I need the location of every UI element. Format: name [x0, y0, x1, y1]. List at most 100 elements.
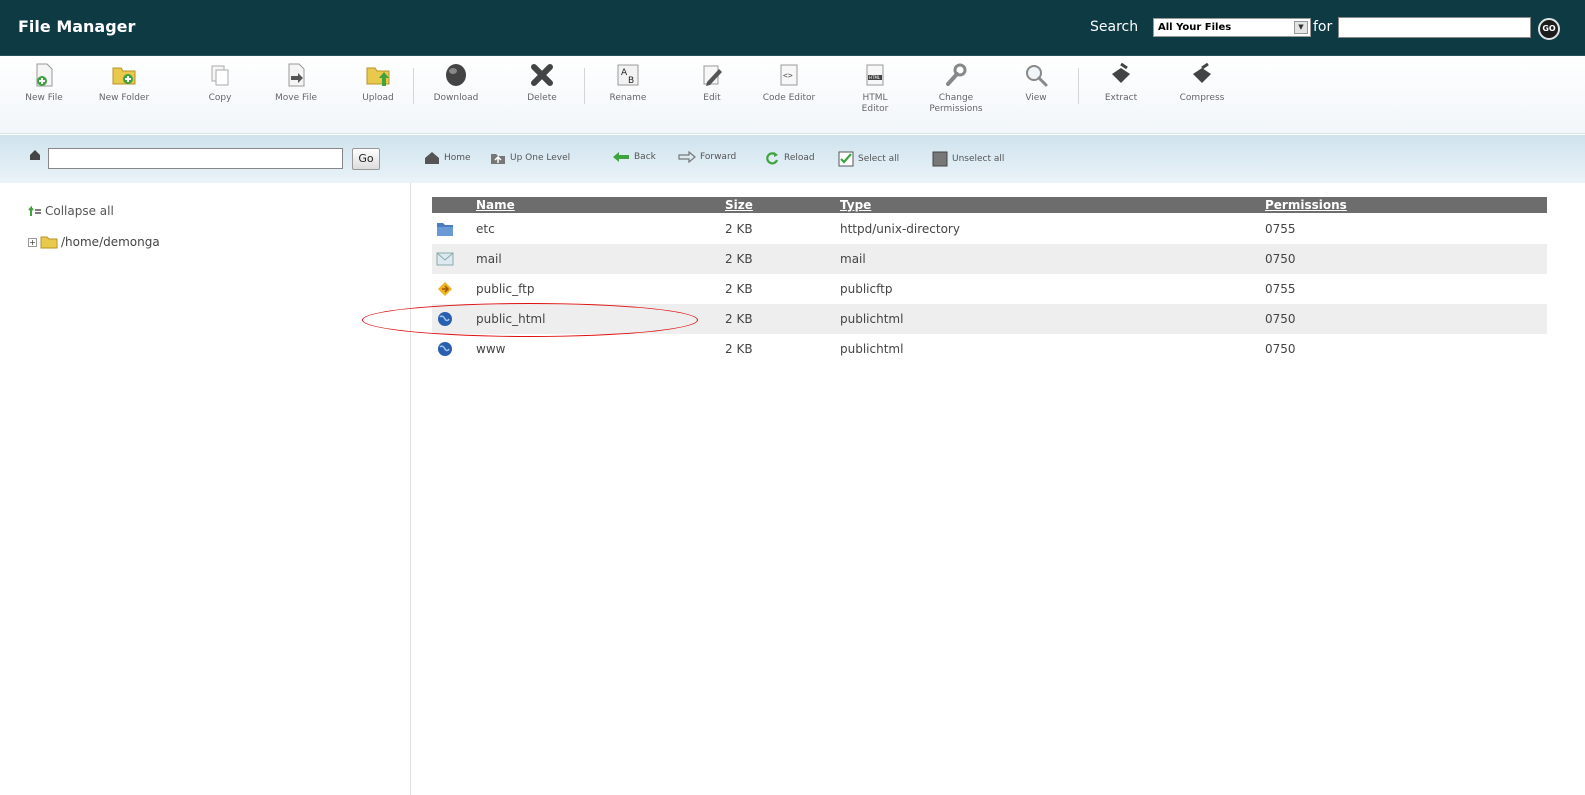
checkbox-unchecked-icon [932, 151, 948, 167]
file-row-public-html[interactable]: public_html 2 KB publichtml 0750 [432, 304, 1547, 334]
toolbar-separator [584, 68, 585, 104]
file-size: 2 KB [725, 342, 753, 356]
toolbar: New File New Folder Copy Move File Uploa… [0, 56, 1585, 134]
extract-label: Extract [1104, 93, 1138, 103]
nav-forward-label: Forward [700, 152, 737, 162]
edit-button[interactable]: Edit [692, 62, 732, 104]
download-button[interactable]: Download [428, 62, 484, 104]
code-editor-button[interactable]: <> Code Editor [756, 62, 822, 104]
file-type: mail [840, 252, 866, 266]
nav-unselect-all-label: Unselect all [952, 154, 1005, 164]
change-permissions-button[interactable]: Change Permissions [920, 62, 992, 115]
search-label: Search [1090, 19, 1139, 35]
code-editor-icon: <> [780, 64, 798, 86]
edit-label: Edit [703, 93, 721, 103]
nav-home[interactable]: Home [424, 151, 471, 165]
new-file-icon [36, 63, 53, 87]
rename-label: Rename [609, 93, 647, 103]
file-type: publichtml [840, 312, 904, 326]
nav-home-label: Home [444, 153, 471, 163]
folder-icon [40, 236, 58, 249]
file-name[interactable]: public_html [476, 312, 545, 326]
nav-back-label: Back [634, 152, 656, 162]
collapse-all-label: Collapse all [45, 204, 114, 218]
checkbox-checked-icon [838, 151, 854, 167]
nav-reload-label: Reload [784, 153, 815, 163]
html-editor-label: HTML Editor [861, 93, 889, 114]
up-folder-icon [491, 154, 505, 164]
svg-text:HTML: HTML [869, 75, 881, 80]
back-arrow-icon [613, 152, 629, 162]
nav-up-label: Up One Level [510, 153, 571, 163]
svg-text:B: B [628, 76, 634, 86]
code-editor-label: Code Editor [762, 93, 816, 103]
view-icon [1026, 65, 1048, 87]
search-scope-value: All Your Files [1158, 22, 1232, 33]
html-editor-button[interactable]: HTML HTML Editor [852, 62, 898, 115]
delete-button[interactable]: Delete [518, 62, 566, 104]
path-input[interactable] [48, 148, 343, 169]
new-folder-button[interactable]: New Folder [94, 62, 154, 104]
copy-label: Copy [208, 93, 232, 103]
file-row-www[interactable]: www 2 KB publichtml 0750 [432, 334, 1547, 364]
nav-forward[interactable]: Forward [678, 151, 736, 163]
home-tree-icon[interactable] [28, 148, 42, 162]
column-header-size[interactable]: Size [725, 198, 753, 212]
file-name[interactable]: mail [476, 252, 502, 266]
column-header-name[interactable]: Name [476, 198, 515, 212]
for-label: for [1313, 19, 1333, 35]
collapse-all-link[interactable]: Collapse all [28, 204, 114, 218]
file-row-etc[interactable]: etc 2 KB httpd/unix-directory 0755 [432, 214, 1547, 244]
toolbar-separator [1078, 68, 1079, 104]
file-permissions: 0750 [1265, 312, 1296, 326]
move-file-button[interactable]: Move File [270, 62, 322, 104]
expand-plus-icon[interactable]: + [28, 237, 37, 247]
tree-item-home[interactable]: + /home/demonga [28, 235, 160, 249]
top-bar: File Manager Search All Your Files ▼ for… [0, 0, 1585, 56]
copy-button[interactable]: Copy [200, 62, 240, 104]
change-permissions-label: Change Permissions [929, 93, 983, 114]
nav-reload[interactable]: Reload [764, 151, 815, 165]
move-file-label: Move File [274, 93, 318, 103]
compress-label: Compress [1179, 93, 1225, 103]
dropdown-arrow-icon[interactable]: ▼ [1294, 21, 1308, 34]
rename-icon: AB [617, 64, 639, 86]
column-header-permissions[interactable]: Permissions [1265, 198, 1347, 212]
new-file-button[interactable]: New File [22, 62, 66, 104]
file-permissions: 0755 [1265, 222, 1296, 236]
nav-up-one-level[interactable]: Up One Level [490, 151, 570, 165]
nav-back[interactable]: Back [612, 151, 656, 163]
download-icon [446, 64, 466, 86]
compress-button[interactable]: Compress [1172, 62, 1232, 104]
file-size: 2 KB [725, 282, 753, 296]
nav-select-all[interactable]: Select all [838, 151, 899, 167]
extract-button[interactable]: Extract [1098, 62, 1144, 104]
rename-button[interactable]: AB Rename [604, 62, 652, 104]
view-button[interactable]: View [1018, 62, 1054, 104]
path-go-button[interactable]: Go [352, 148, 380, 170]
html-editor-icon: HTML [866, 64, 884, 86]
file-name[interactable]: public_ftp [476, 282, 534, 296]
file-permissions: 0750 [1265, 252, 1296, 266]
reload-icon [766, 152, 779, 165]
upload-icon [366, 67, 390, 86]
new-file-label: New File [25, 93, 63, 103]
globe-icon [438, 342, 452, 356]
upload-button[interactable]: Upload [356, 62, 400, 104]
file-row-mail[interactable]: mail 2 KB mail 0750 [432, 244, 1547, 274]
home-icon [425, 152, 439, 164]
file-name[interactable]: www [476, 342, 505, 356]
delete-label: Delete [527, 93, 557, 103]
column-header-type[interactable]: Type [840, 198, 871, 212]
file-table-header: Name Size Type Permissions [432, 197, 1547, 213]
file-size: 2 KB [725, 222, 753, 236]
file-row-public-ftp[interactable]: public_ftp 2 KB publicftp 0755 [432, 274, 1547, 304]
change-permissions-icon [946, 63, 967, 86]
search-scope-select[interactable]: All Your Files ▼ [1153, 18, 1311, 37]
search-input[interactable] [1338, 17, 1531, 38]
view-label: View [1025, 93, 1047, 103]
search-go-button[interactable]: GO [1538, 18, 1560, 40]
app-title: File Manager [18, 17, 136, 36]
file-name[interactable]: etc [476, 222, 495, 236]
nav-unselect-all[interactable]: Unselect all [932, 151, 1004, 167]
